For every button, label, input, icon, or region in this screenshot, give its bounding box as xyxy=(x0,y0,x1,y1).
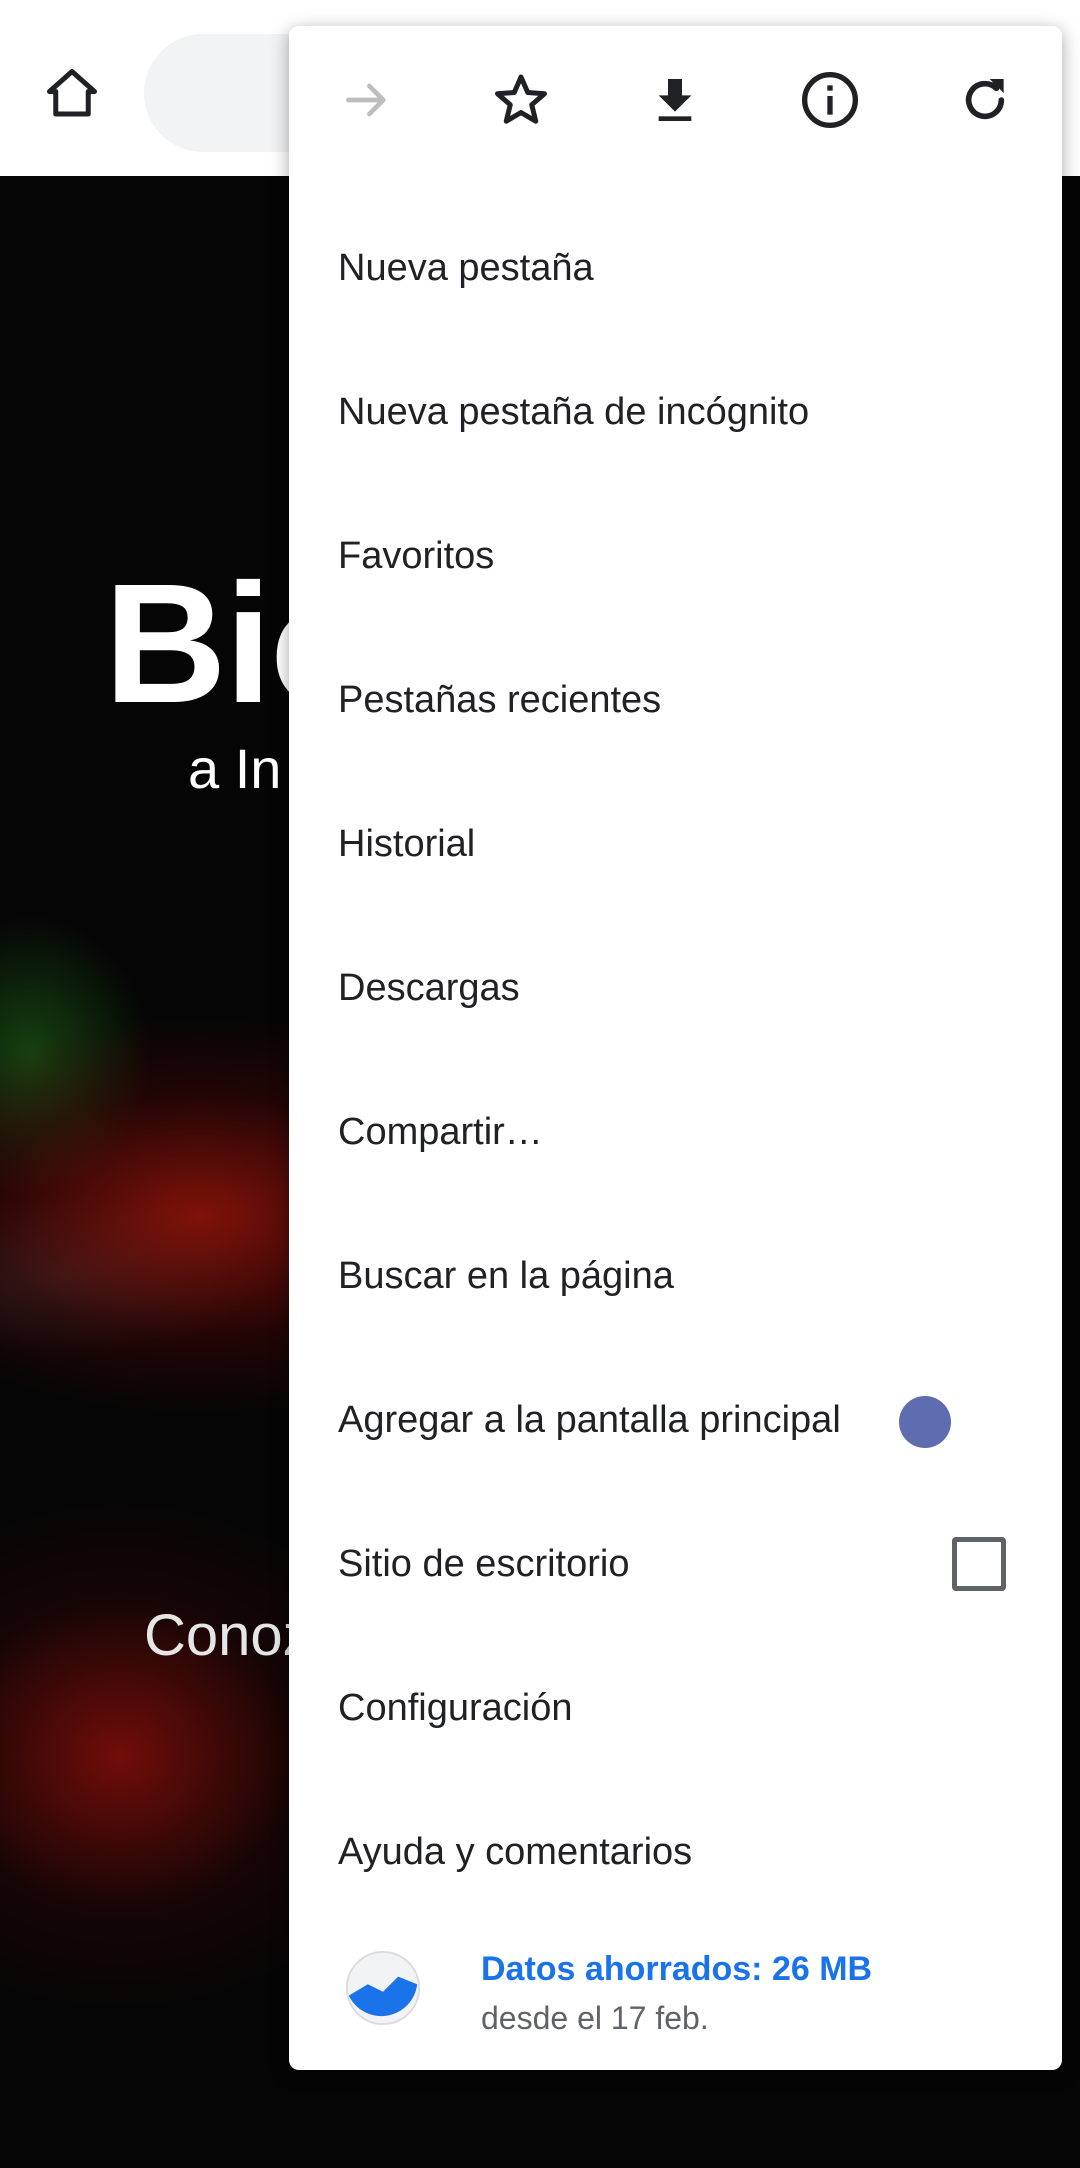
page-info-button[interactable] xyxy=(792,62,868,138)
menu-item-label: Descargas xyxy=(338,966,520,1009)
menu-item-label: Historial xyxy=(338,822,476,865)
menu-item-label: Pestañas recientes xyxy=(338,678,662,721)
menu-item-recent-tabs[interactable]: Pestañas recientes xyxy=(289,628,1062,772)
menu-item-label: Buscar en la página xyxy=(338,1254,674,1297)
menu-item-desktop-site[interactable]: Sitio de escritorio xyxy=(289,1492,1062,1636)
menu-item-label: Compartir… xyxy=(338,1110,543,1153)
menu-item-history[interactable]: Historial xyxy=(289,772,1062,916)
menu-item-label: Nueva pestaña de incógnito xyxy=(338,390,810,433)
menu-item-new-tab[interactable]: Nueva pestaña xyxy=(289,196,1062,340)
menu-item-settings[interactable]: Configuración xyxy=(289,1636,1062,1780)
menu-item-downloads[interactable]: Descargas xyxy=(289,916,1062,1060)
data-saver-subtitle: desde el 17 feb. xyxy=(481,2000,709,2036)
forward-button[interactable] xyxy=(329,62,405,138)
data-saver-icon xyxy=(345,1950,421,2026)
desktop-site-checkbox[interactable] xyxy=(952,1537,1006,1591)
menu-item-help-feedback[interactable]: Ayuda y comentarios xyxy=(289,1780,1062,1924)
home-button[interactable] xyxy=(30,52,114,136)
menu-item-share[interactable]: Compartir… xyxy=(289,1060,1062,1204)
menu-item-label: Configuración xyxy=(338,1686,573,1729)
overflow-menu: Nueva pestaña Nueva pestaña de incógnito… xyxy=(289,26,1062,2070)
menu-item-label: Agregar a la pantalla principal xyxy=(338,1398,841,1441)
menu-item-bookmarks[interactable]: Favoritos xyxy=(289,484,1062,628)
hero-subtitle: a In xyxy=(188,737,282,800)
reload-icon xyxy=(965,79,1005,120)
info-icon xyxy=(802,72,858,128)
menu-item-label: Favoritos xyxy=(338,534,495,577)
menu-item-label: Ayuda y comentarios xyxy=(338,1830,693,1873)
download-icon xyxy=(658,79,692,121)
menu-item-new-incognito-tab[interactable]: Nueva pestaña de incógnito xyxy=(289,340,1062,484)
star-icon xyxy=(495,74,547,124)
hero-cta-text: Conoz xyxy=(144,1603,312,1668)
reload-button[interactable] xyxy=(947,62,1023,138)
touch-indicator xyxy=(899,1396,951,1448)
forward-arrow-icon xyxy=(346,83,386,117)
data-saver-footer[interactable]: Datos ahorrados: 26 MB desde el 17 feb. xyxy=(289,1930,1062,2070)
data-saver-title: Datos ahorrados: 26 MB xyxy=(481,1950,873,1988)
home-icon xyxy=(47,69,97,117)
bookmark-button[interactable] xyxy=(483,62,559,138)
menu-item-label: Sitio de escritorio xyxy=(338,1542,630,1585)
download-page-button[interactable] xyxy=(637,62,713,138)
menu-item-label: Nueva pestaña xyxy=(338,246,594,289)
menu-toolbar xyxy=(289,26,1062,174)
menu-item-find-in-page[interactable]: Buscar en la página xyxy=(289,1204,1062,1348)
